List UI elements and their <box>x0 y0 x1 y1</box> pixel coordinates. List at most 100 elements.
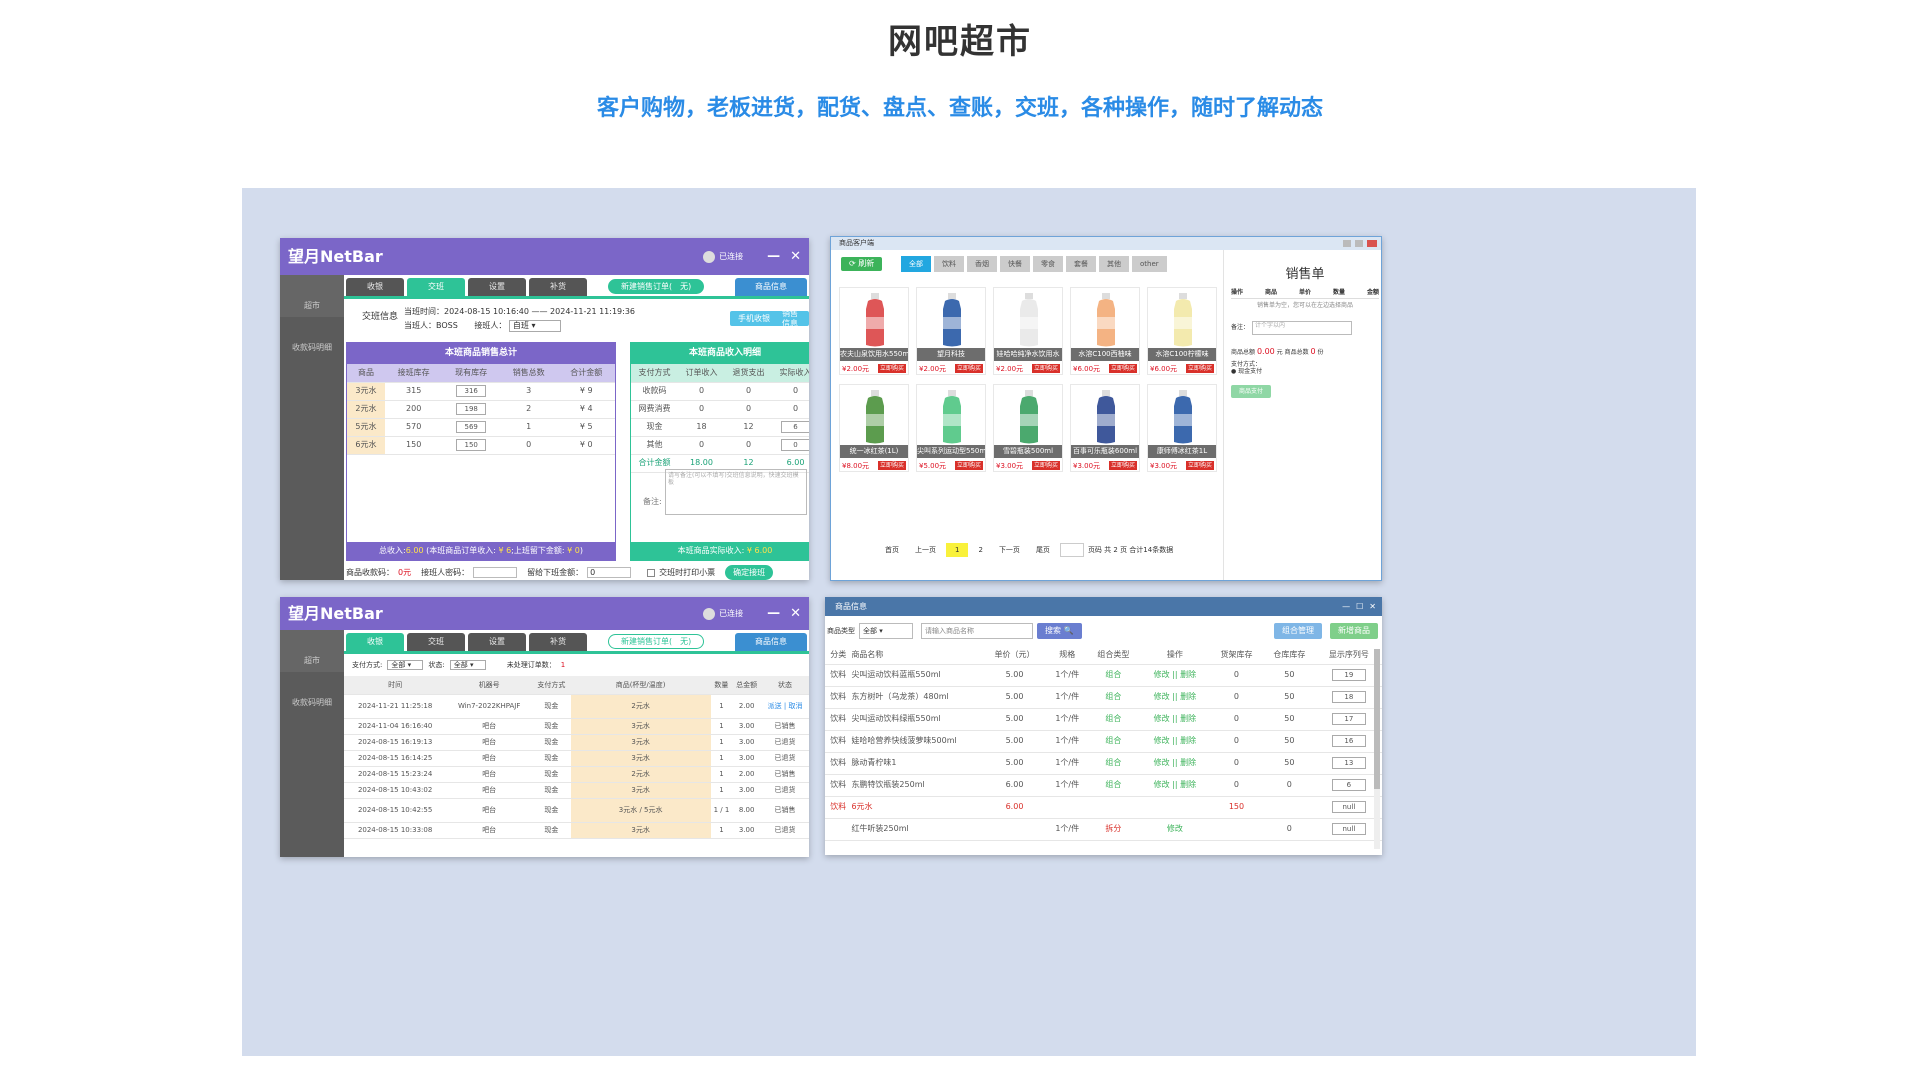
goods-actions[interactable]: 修改 || 删除 <box>1139 664 1211 687</box>
buy-now-button[interactable]: 立即购买 <box>1185 364 1214 374</box>
stock-input[interactable]: 569 <box>456 421 487 433</box>
cat-combo[interactable]: 套餐 <box>1066 256 1096 272</box>
cat-cigarettes[interactable]: 香烟 <box>967 256 997 272</box>
new-order-button[interactable]: 新建销售订单( 无) <box>608 279 705 294</box>
goods-actions[interactable]: 修改 || 删除 <box>1139 730 1211 753</box>
tab-checkout[interactable]: 收银 <box>346 278 404 296</box>
income-input[interactable]: 6 <box>780 421 809 433</box>
remark-input[interactable]: 计个字以内 <box>1252 320 1353 335</box>
buy-now-button[interactable]: 立即购买 <box>1185 461 1214 471</box>
search-input[interactable]: 请输入商品名称 <box>921 623 1033 639</box>
buy-now-button[interactable]: 立即购买 <box>954 461 983 471</box>
minimize-button[interactable]: — <box>767 249 780 265</box>
buy-now-button[interactable]: 立即购买 <box>1108 461 1137 471</box>
buy-now-button[interactable]: 立即购买 <box>877 364 906 374</box>
tab-settings[interactable]: 设置 <box>468 278 526 296</box>
status-filter-select[interactable]: 全部 ▾ <box>449 659 486 671</box>
display-order-input[interactable]: 17 <box>1331 713 1366 725</box>
order-status[interactable]: 派送 | 取消 <box>761 694 809 719</box>
display-order[interactable]: 17 <box>1315 708 1382 731</box>
tab-restock[interactable]: 补货 <box>529 278 587 296</box>
display-order[interactable]: 6 <box>1315 774 1382 797</box>
minimize-button[interactable]: — <box>767 606 780 622</box>
display-order[interactable]: 18 <box>1315 686 1382 709</box>
cat-snacks[interactable]: 零食 <box>1033 256 1063 272</box>
print-checkbox[interactable] <box>647 568 656 577</box>
display-order-input[interactable]: 13 <box>1331 757 1366 769</box>
goods-actions[interactable]: 修改 <box>1139 818 1211 841</box>
pager-prev[interactable]: 上一页 <box>909 544 942 556</box>
maximize-button[interactable]: ☐ <box>1356 602 1363 612</box>
new-order-button[interactable]: 新建销售订单( 无) <box>608 634 705 649</box>
buy-now-button[interactable]: 立即购买 <box>877 461 906 471</box>
product-card[interactable]: 农夫山泉饮用水550ml ¥2.00元 立即购买 <box>839 287 909 375</box>
display-order[interactable]: null <box>1315 818 1382 841</box>
display-order-input[interactable]: null <box>1331 823 1366 835</box>
pager-next[interactable]: 下一页 <box>993 544 1026 556</box>
display-order[interactable]: 19 <box>1315 664 1382 687</box>
product-card[interactable]: 雪碧瓶装500ml ¥3.00元 立即购买 <box>993 384 1063 472</box>
sidebar-item-market[interactable]: 超市 <box>280 275 344 317</box>
refresh-button[interactable]: ⟳ 刷新 <box>841 257 883 271</box>
tab-shift[interactable]: 交班 <box>407 633 465 651</box>
close-button[interactable]: ✕ <box>790 606 801 622</box>
display-order[interactable]: 13 <box>1315 752 1382 775</box>
new-goods-button[interactable]: 新增商品 <box>1330 623 1378 639</box>
close-button[interactable]: ✕ <box>790 249 801 265</box>
product-card[interactable]: 望月科技 ¥2.00元 立即购买 <box>916 287 986 375</box>
goods-actions[interactable]: 修改 || 删除 <box>1139 774 1211 797</box>
goods-actions[interactable]: 修改 || 删除 <box>1139 686 1211 709</box>
product-card[interactable]: 康师傅冰红茶1L ¥3.00元 立即购买 <box>1147 384 1217 472</box>
password-input[interactable] <box>473 567 518 578</box>
tab-settings[interactable]: 设置 <box>468 633 526 651</box>
cat-drinks[interactable]: 饮料 <box>934 256 964 272</box>
sidebar-item-qr-detail[interactable]: 收款码明细 <box>280 672 344 714</box>
cat-other[interactable]: other <box>1132 256 1167 272</box>
stock-input[interactable]: 198 <box>456 403 487 415</box>
display-order-input[interactable]: 19 <box>1331 669 1366 681</box>
buy-now-button[interactable]: 立即购买 <box>1031 461 1060 471</box>
tab-checkout[interactable]: 收银 <box>346 633 404 651</box>
product-card[interactable]: 娃哈哈纯净水饮用水 ¥2.00元 立即购买 <box>993 287 1063 375</box>
close-button[interactable]: ✕ <box>1369 602 1376 612</box>
buy-now-button[interactable]: 立即购买 <box>1031 364 1060 374</box>
product-card[interactable]: 水溶C100西柚味 ¥6.00元 立即购买 <box>1070 287 1140 375</box>
display-order-input[interactable]: 16 <box>1331 735 1366 747</box>
display-order-input[interactable]: 6 <box>1331 779 1366 791</box>
buy-now-button[interactable]: 立即购买 <box>1108 364 1137 374</box>
minimize-button[interactable]: — <box>1342 602 1350 612</box>
sidebar-item-qr-detail[interactable]: 收款码明细 <box>280 317 344 359</box>
minimize-button[interactable] <box>1343 240 1351 247</box>
pager-page-1[interactable]: 1 <box>946 543 969 558</box>
cat-fastfood[interactable]: 快餐 <box>1000 256 1030 272</box>
type-select[interactable]: 全部 ▾ <box>859 623 913 639</box>
display-order[interactable]: 16 <box>1315 730 1382 753</box>
leave-money-input[interactable]: 0 <box>587 567 632 578</box>
pager-page-2[interactable]: 2 <box>972 544 988 556</box>
goods-actions[interactable]: 修改 || 删除 <box>1139 752 1211 775</box>
sales-info-button[interactable]: 销售信息 <box>774 309 809 328</box>
goods-actions[interactable]: 修改 || 删除 <box>1139 708 1211 731</box>
cat-other-cn[interactable]: 其他 <box>1099 256 1129 272</box>
cat-all[interactable]: 全部 <box>901 256 931 272</box>
tab-shift[interactable]: 交班 <box>407 278 465 296</box>
product-card[interactable]: 百事可乐瓶装600ml ¥3.00元 立即购买 <box>1070 384 1140 472</box>
display-order-input[interactable]: 18 <box>1331 691 1366 703</box>
goods-info-tab[interactable]: 商品信息 <box>735 278 807 296</box>
combo-manage-button[interactable]: 组合管理 <box>1274 623 1322 639</box>
buy-now-button[interactable]: 立即购买 <box>954 364 983 374</box>
sidebar-item-market[interactable]: 超市 <box>280 630 344 672</box>
pay-cash-radio[interactable]: ● 现金支付 <box>1231 368 1379 375</box>
pay-button[interactable]: 商品支付 <box>1231 384 1272 398</box>
product-card[interactable]: 水溶C100柠檬味 ¥6.00元 立即购买 <box>1147 287 1217 375</box>
product-card[interactable]: 统一冰红茶(1L) ¥8.00元 立即购买 <box>839 384 909 472</box>
pager-last[interactable]: 尾页 <box>1030 544 1056 556</box>
maximize-button[interactable] <box>1355 240 1363 247</box>
stock-input[interactable]: 150 <box>456 439 487 451</box>
pager-input[interactable] <box>1059 543 1084 558</box>
stock-input[interactable]: 316 <box>456 385 487 397</box>
mobile-checkout-button[interactable]: 手机收银 <box>730 311 778 326</box>
income-input[interactable]: 0 <box>780 439 809 451</box>
goods-actions[interactable] <box>1139 796 1211 819</box>
remark-textarea[interactable]: 请写备注(可以不填写)交班信息说明，快速交班模板 <box>665 469 807 515</box>
